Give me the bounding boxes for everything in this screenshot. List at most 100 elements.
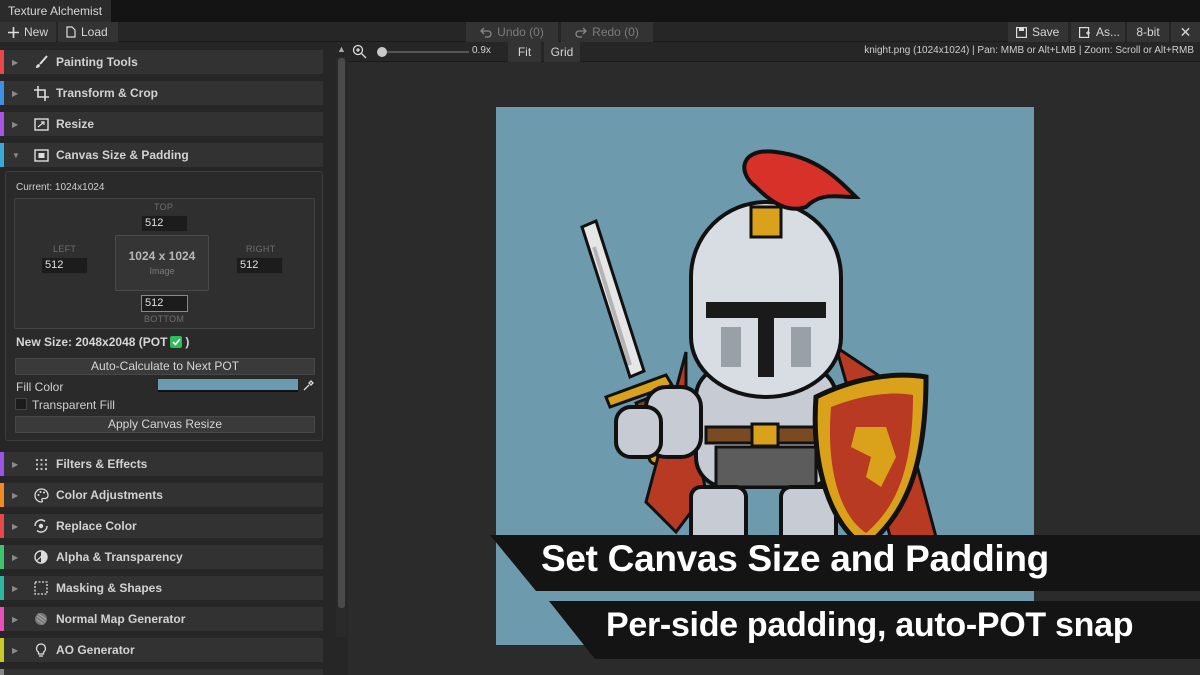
helmet-icon — [689, 149, 861, 399]
padding-editor: TOP 512 LEFT 512 1024 x 1024 Image RIGHT… — [14, 198, 315, 329]
title-bar: Texture Alchemist — [0, 0, 1200, 22]
zoom-icon — [352, 44, 367, 62]
section-label: Resize — [56, 117, 95, 131]
undo-icon — [480, 27, 492, 38]
plus-icon — [8, 26, 19, 38]
new-size-readout: New Size: 2048x2048 (POT ) — [16, 335, 189, 349]
eyedropper-icon[interactable] — [301, 378, 315, 392]
close-icon: ✕ — [1179, 24, 1192, 40]
section-replace-color[interactable]: ▶ Replace Color — [0, 514, 323, 538]
tools-sidebar: ▲ ▶ Painting Tools ▶ Transform & Crop ▶ … — [0, 42, 348, 675]
expand-arrow-icon: ▶ — [12, 88, 19, 98]
section-canvas-size-padding[interactable]: ▼ Canvas Size & Padding — [0, 143, 323, 167]
bottom-label: BOTTOM — [144, 314, 185, 324]
zoom-slider-track[interactable] — [381, 51, 469, 53]
fill-color-swatch[interactable] — [158, 379, 298, 392]
mask-icon — [32, 579, 50, 597]
bottom-padding-input[interactable]: 512 — [141, 295, 188, 312]
palette-icon — [32, 486, 50, 504]
zoom-slider-knob[interactable] — [377, 47, 387, 57]
sidebar-scrollbar-thumb[interactable] — [338, 58, 345, 608]
headline-text: Set Canvas Size and Padding — [541, 538, 1049, 579]
section-normal-map-generator[interactable]: ▶ Normal Map Generator — [0, 607, 323, 631]
section-label: Normal Map Generator — [56, 612, 186, 626]
replace-color-icon — [32, 517, 50, 535]
save-button[interactable]: Save — [1008, 22, 1068, 42]
subline-text: Per-side padding, auto-POT snap — [606, 606, 1134, 644]
bit-depth-button[interactable]: 8-bit — [1127, 22, 1169, 42]
section-partial — [0, 669, 323, 675]
save-as-icon — [1079, 26, 1091, 38]
expand-arrow-icon: ▶ — [12, 57, 19, 67]
sphere-icon — [32, 610, 50, 628]
canvas-size-panel: Current: 1024x1024 TOP 512 LEFT 512 1024… — [5, 171, 323, 441]
expand-arrow-icon: ▶ — [12, 614, 19, 624]
scroll-up-arrow-icon[interactable]: ▲ — [337, 44, 346, 54]
expand-arrow-icon: ▶ — [12, 119, 19, 129]
image-preview-box: 1024 x 1024 Image — [115, 235, 209, 291]
redo-button[interactable]: Redo (0) — [561, 22, 653, 42]
section-color-adjustments[interactable]: ▶ Color Adjustments — [0, 483, 323, 507]
view-toolbar: 0.9x Fit Grid knight.png (1024x1024) | P… — [348, 42, 1200, 62]
armor-body-icon — [614, 365, 838, 559]
right-label: RIGHT — [246, 244, 276, 254]
top-padding-input[interactable]: 512 — [141, 215, 188, 232]
collapse-arrow-icon: ▼ — [12, 150, 20, 160]
crop-icon — [32, 84, 50, 102]
save-as-button[interactable]: As... — [1071, 22, 1125, 42]
auto-calculate-pot-button[interactable]: Auto-Calculate to Next POT — [15, 358, 315, 375]
expand-arrow-icon: ▶ — [12, 459, 19, 469]
save-as-button-label: As... — [1096, 25, 1121, 39]
zoom-value: 0.9x — [472, 45, 491, 56]
section-label: Replace Color — [56, 519, 137, 533]
section-label: AO Generator — [56, 643, 135, 657]
main-toolbar: New Load Undo (0) Redo (0) Save As... 8-… — [0, 22, 1200, 42]
redo-button-label: Redo (0) — [592, 25, 639, 39]
right-padding-input[interactable]: 512 — [236, 257, 283, 274]
section-alpha-transparency[interactable]: ▶ Alpha & Transparency — [0, 545, 323, 569]
grid-toggle-button[interactable]: Grid — [544, 42, 580, 62]
section-masking-shapes[interactable]: ▶ Masking & Shapes — [0, 576, 323, 600]
new-button-label: New — [24, 25, 49, 39]
image-dimensions: 1024 x 1024 — [128, 249, 196, 263]
left-label: LEFT — [53, 244, 77, 254]
new-size-text: New Size: 2048x2048 (POT — [16, 335, 168, 349]
section-label: Masking & Shapes — [56, 581, 163, 595]
load-button[interactable]: Load — [58, 22, 118, 42]
resize-icon — [32, 115, 50, 133]
section-ao-generator[interactable]: ▶ AO Generator — [0, 638, 323, 662]
save-button-label: Save — [1032, 25, 1060, 39]
expand-arrow-icon: ▶ — [12, 645, 19, 655]
canvas-icon — [32, 146, 50, 164]
undo-button-label: Undo (0) — [497, 25, 544, 39]
grid-icon — [32, 455, 50, 473]
section-transform-crop[interactable]: ▶ Transform & Crop — [0, 81, 323, 105]
section-label: Transform & Crop — [56, 86, 159, 100]
bulb-icon — [32, 641, 50, 659]
section-label: Canvas Size & Padding — [56, 148, 189, 162]
app-title-tab[interactable]: Texture Alchemist — [0, 0, 111, 22]
left-padding-input[interactable]: 512 — [41, 257, 88, 274]
fit-button[interactable]: Fit — [508, 42, 541, 62]
apply-canvas-resize-button[interactable]: Apply Canvas Resize — [15, 416, 315, 433]
section-painting-tools[interactable]: ▶ Painting Tools — [0, 50, 323, 74]
image-label: Image — [149, 266, 175, 276]
new-button[interactable]: New — [0, 22, 56, 42]
close-button[interactable]: ✕ — [1171, 22, 1200, 42]
section-label: Alpha & Transparency — [56, 550, 183, 564]
expand-arrow-icon: ▶ — [12, 521, 19, 531]
file-icon — [66, 26, 76, 38]
brush-icon — [32, 53, 50, 71]
section-filters-effects[interactable]: ▶ Filters & Effects — [0, 452, 323, 476]
expand-arrow-icon: ▶ — [12, 583, 19, 593]
current-size-label: Current: 1024x1024 — [16, 182, 105, 193]
undo-button[interactable]: Undo (0) — [466, 22, 558, 42]
transparent-fill-checkbox[interactable] — [15, 398, 27, 410]
expand-arrow-icon: ▶ — [12, 552, 19, 562]
transparent-fill-label: Transparent Fill — [32, 398, 115, 412]
section-label: Color Adjustments — [56, 488, 163, 502]
section-label: Painting Tools — [56, 55, 138, 69]
section-resize[interactable]: ▶ Resize — [0, 112, 323, 136]
redo-icon — [575, 27, 588, 38]
alpha-icon — [32, 548, 50, 566]
